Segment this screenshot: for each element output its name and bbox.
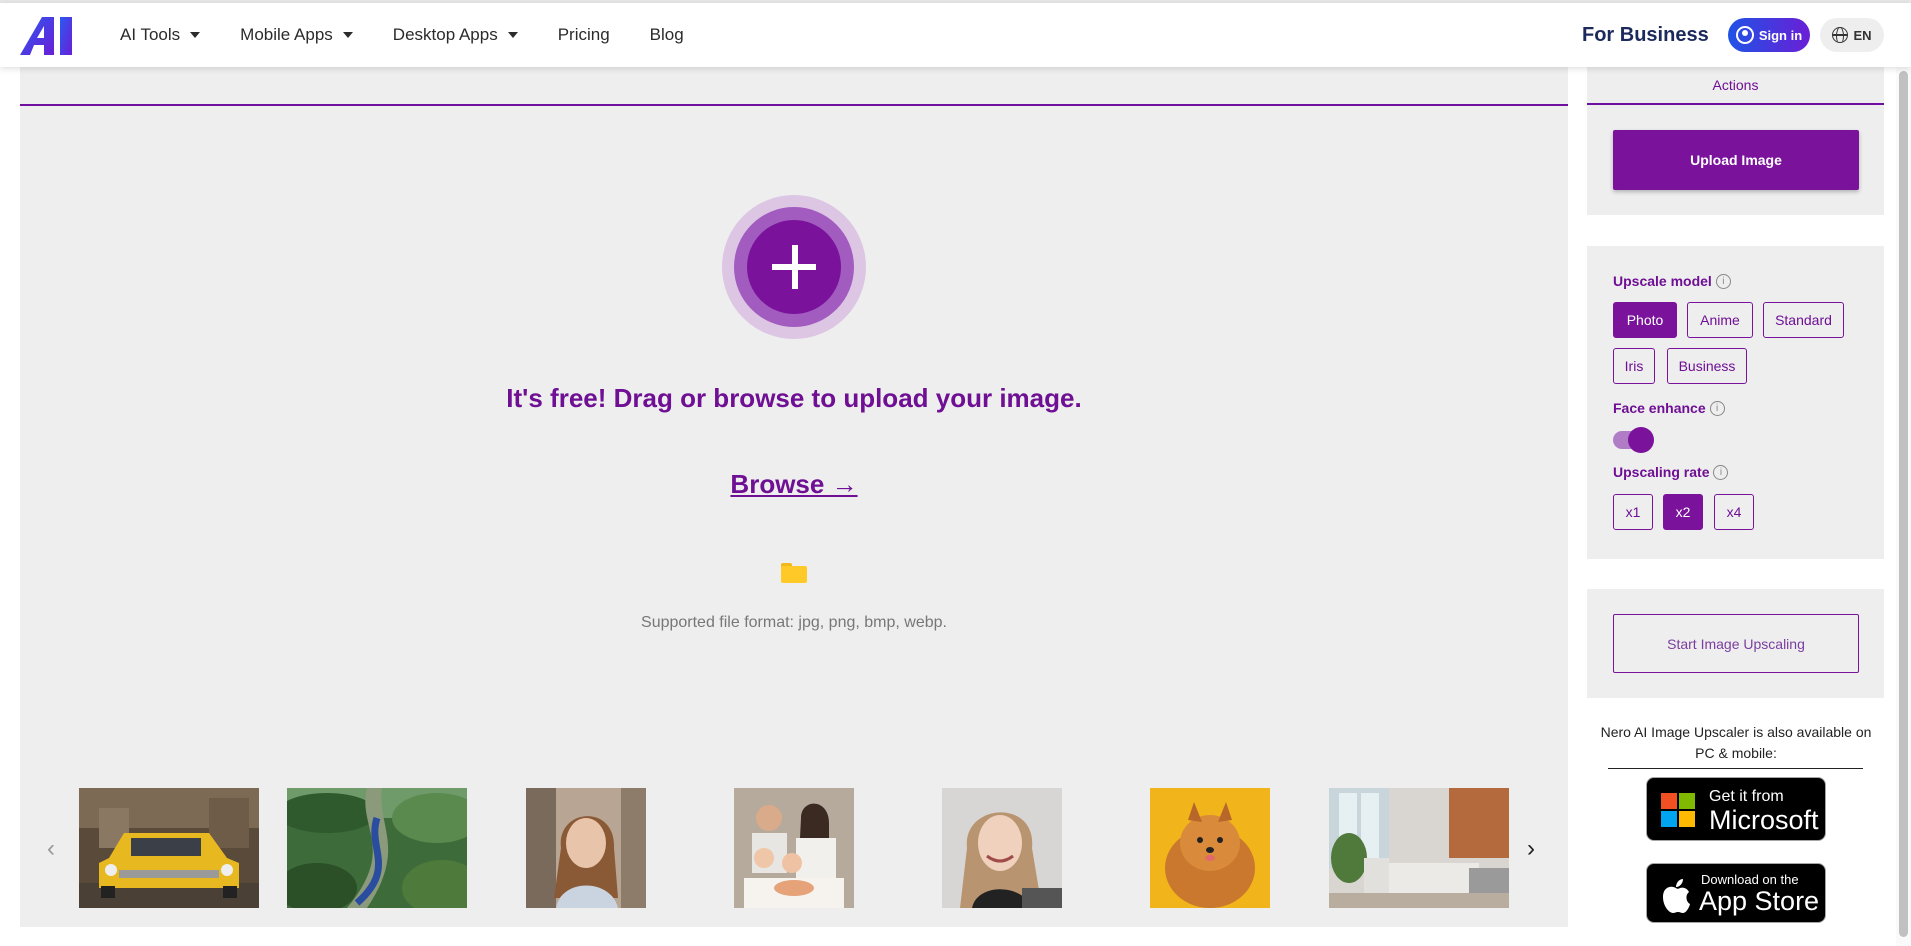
nav-desktop-apps[interactable]: Desktop Apps [393,25,518,45]
upload-image-button[interactable]: Upload Image [1613,130,1859,190]
caret-down-icon [342,32,353,38]
caret-down-icon [190,32,201,38]
toggle-knob [1628,427,1654,453]
sample-image-living-room[interactable] [1329,788,1509,908]
also-available-text: Nero AI Image Upscaler is also available… [1600,724,1872,761]
info-icon[interactable]: i [1715,273,1731,289]
sample-image-smiling-woman[interactable] [942,788,1062,908]
sign-in-label: Sign in [1758,27,1803,43]
upscaling-rate-text: Upscaling rate [1613,464,1710,480]
upscale-model-label: Upscale model i [1613,273,1731,289]
nav-label: Pricing [557,25,610,44]
scrollbar-thumb[interactable] [1899,71,1908,937]
nav-ai-tools[interactable]: AI Tools [120,25,201,45]
logo-icon[interactable] [20,17,74,55]
info-icon[interactable]: i [1713,464,1729,480]
microsoft-small-text: Get it from [1709,788,1784,805]
microsoft-logo-icon [1661,793,1695,827]
app-store-badge[interactable]: Download on the App Store [1646,863,1826,923]
upscaling-rate-label: Upscaling rate i [1613,464,1729,480]
upload-headline: It's free! Drag or browse to upload your… [506,383,1082,413]
appstore-big-text: App Store [1699,886,1820,916]
sign-in-button[interactable]: Sign in [1728,18,1810,52]
upscale-model-text: Upscale model [1613,273,1712,289]
language-selector[interactable]: EN [1820,18,1884,52]
language-label: EN [1853,27,1872,43]
nav-label: Blog [649,25,684,44]
browse-link[interactable]: Browse → [20,469,1568,500]
chevron-right-icon[interactable]: › [1527,835,1535,863]
sample-image-train-landscape[interactable] [287,788,467,908]
nav-mobile-apps[interactable]: Mobile Apps [240,25,353,45]
main-nav: AI Tools Mobile Apps Desktop Apps Pricin… [120,3,724,67]
for-business-link[interactable]: For Business [1582,24,1709,47]
sample-image-yellow-car[interactable] [79,788,259,908]
sample-image-family[interactable] [734,788,854,908]
nav-label: AI Tools [120,25,181,44]
sample-image-woman-portrait[interactable] [526,788,646,908]
rate-option-x4[interactable]: x4 [1714,494,1754,530]
face-enhance-label: Face enhance i [1613,400,1725,416]
user-icon [1735,26,1754,44]
face-enhance-toggle[interactable] [1613,427,1654,453]
model-option-standard[interactable]: Standard [1763,302,1844,338]
model-option-business[interactable]: Business [1667,348,1747,384]
model-option-iris[interactable]: Iris [1613,348,1655,384]
sample-image-pomeranian-dog[interactable] [1150,788,1270,908]
upload-dropzone[interactable]: It's free! Drag or browse to upload your… [20,67,1568,927]
supported-formats: Supported file format: jpg, png, bmp, we… [641,614,947,631]
plus-ring [734,207,854,327]
apple-logo-icon [1663,879,1690,913]
tab-actions[interactable]: Actions [1587,67,1884,105]
appstore-small-text: Download on the [1701,872,1799,887]
dropzone-top-border [20,104,1568,106]
divider [1608,768,1863,769]
upload-plus-button[interactable] [722,195,866,339]
start-upscaling-button[interactable]: Start Image Upscaling [1613,614,1859,673]
chevron-left-icon[interactable]: ‹ [47,835,55,863]
nav-blog[interactable]: Blog [650,25,684,45]
folder-icon [781,563,807,583]
nav-label: Desktop Apps [392,25,498,44]
globe-icon [1832,27,1849,43]
page-scrollbar[interactable] [1896,67,1911,946]
face-enhance-text: Face enhance [1613,400,1706,416]
site-header: AI Tools Mobile Apps Desktop Apps Pricin… [0,3,1911,67]
caret-down-icon [507,32,518,38]
rate-option-x2[interactable]: x2 [1663,494,1703,530]
model-option-anime[interactable]: Anime [1687,302,1753,338]
nav-pricing[interactable]: Pricing [558,25,610,45]
nav-label: Mobile Apps [240,25,333,44]
microsoft-big-text: Microsoft [1709,805,1819,835]
rate-option-x1[interactable]: x1 [1613,494,1653,530]
plus-icon [747,220,841,314]
info-icon[interactable]: i [1709,400,1725,416]
microsoft-store-badge[interactable]: Get it from Microsoft [1646,777,1826,841]
model-option-photo[interactable]: Photo [1613,302,1677,338]
